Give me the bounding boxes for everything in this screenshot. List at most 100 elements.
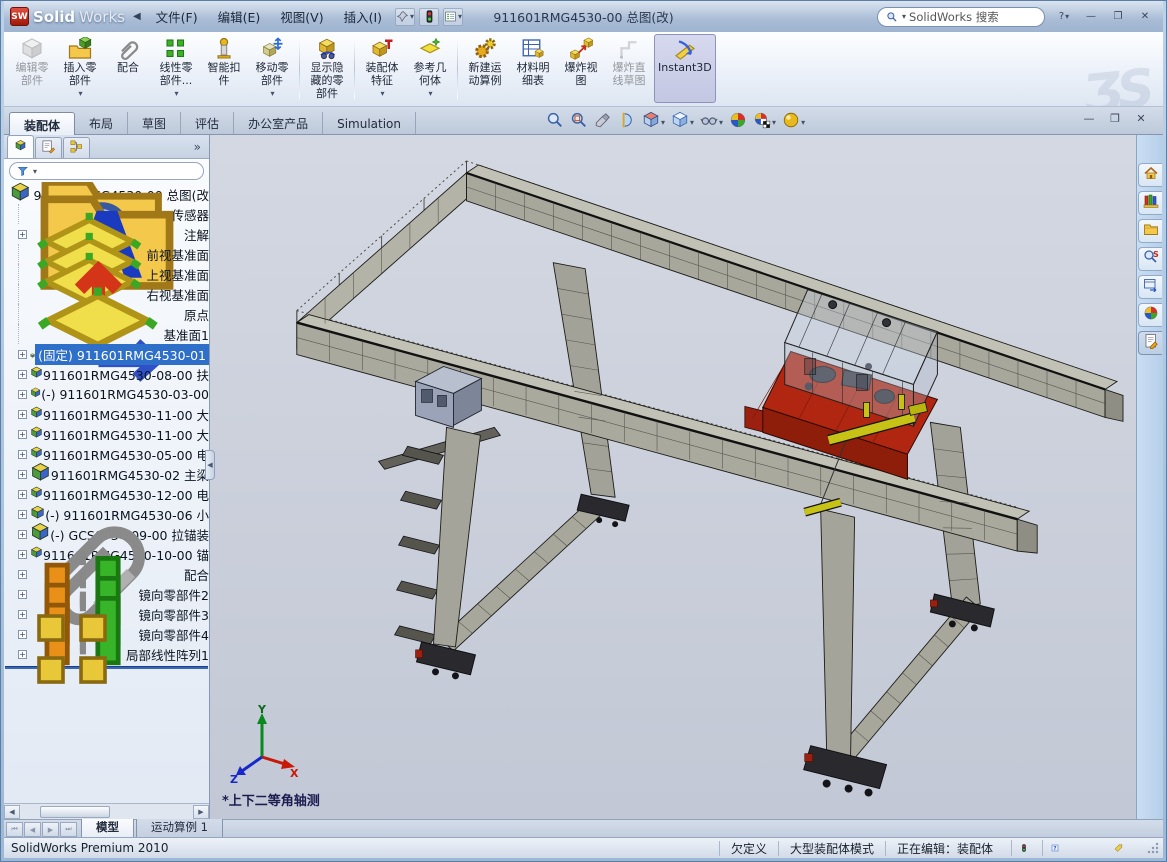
- panel-expand-chevron-icon[interactable]: »: [194, 140, 201, 154]
- doc-minimize-button[interactable]: —: [1081, 112, 1097, 125]
- first-tab-icon[interactable]: ⏮: [6, 822, 23, 837]
- expand-plus-icon[interactable]: +: [18, 570, 27, 579]
- help-button[interactable]: ?▾: [1052, 8, 1076, 25]
- expand-plus-icon[interactable]: +: [18, 430, 27, 439]
- status-traffic-light-icon[interactable]: [1011, 840, 1028, 856]
- ribbon-show-hidden-components-button[interactable]: 显示隐 藏的零 部件: [304, 34, 350, 103]
- titlebar-traffic-light-icon[interactable]: [419, 8, 439, 26]
- ribbon-smart-fasteners-button[interactable]: 智能扣 件: [201, 34, 247, 103]
- view-settings-dropdown-arrow-icon[interactable]: ▾: [801, 118, 805, 127]
- doc-restore-button[interactable]: ❐: [1107, 112, 1123, 125]
- ribbon-bill-of-materials-button[interactable]: 材料明 细表: [510, 34, 556, 103]
- move-component-dropdown-arrow-icon[interactable]: ▾: [270, 89, 274, 98]
- tab-办公室产品[interactable]: 办公室产品: [234, 112, 323, 134]
- tree-item[interactable]: +(固定) 911601RMG4530-01: [4, 344, 209, 364]
- panel-splitter-handle[interactable]: ◀: [205, 450, 215, 480]
- tree-item[interactable]: +911601RMG4530-05-00 电: [4, 444, 209, 464]
- scroll-thumb[interactable]: [40, 806, 110, 818]
- expand-plus-icon[interactable]: +: [18, 530, 27, 539]
- menu-view[interactable]: 视图(V): [271, 4, 332, 29]
- expand-plus-icon[interactable]: +: [18, 370, 27, 379]
- expand-plus-icon[interactable]: +: [18, 490, 27, 499]
- minimize-button[interactable]: —: [1079, 8, 1103, 25]
- bottom-tab-模型[interactable]: 模型: [81, 817, 134, 837]
- previous-view-button[interactable]: [592, 110, 614, 134]
- zoom-to-fit-button[interactable]: [544, 110, 566, 134]
- ribbon-assembly-features-button[interactable]: 装配体 特征▾: [359, 34, 405, 103]
- expand-plus-icon[interactable]: +: [18, 510, 27, 519]
- ribbon-move-component-button[interactable]: 移动零 部件▾: [249, 34, 295, 103]
- expand-plus-icon[interactable]: +: [18, 470, 27, 479]
- section-view-button[interactable]: [616, 110, 638, 134]
- tab-布局[interactable]: 布局: [75, 112, 128, 134]
- tree-item[interactable]: +911601RMG4530-11-00 大: [4, 404, 209, 424]
- ribbon-linear-component-pattern-button[interactable]: 线性零 部件...▾: [153, 34, 199, 103]
- tab-Simulation[interactable]: Simulation: [323, 112, 416, 134]
- apply-scene-button[interactable]: ▾: [751, 110, 778, 134]
- tree-item[interactable]: 基准面1: [4, 324, 209, 344]
- view-orientation-button[interactable]: ▾: [640, 110, 667, 134]
- display-style-button[interactable]: ▾: [669, 110, 696, 134]
- expand-plus-icon[interactable]: +: [18, 350, 27, 359]
- solidworks-search-button[interactable]: S: [1138, 247, 1162, 271]
- menu-collapse-arrow-icon[interactable]: ◀: [133, 11, 141, 22]
- panel-tab-configurationmanager[interactable]: [63, 137, 90, 158]
- view-orientation-dropdown-arrow-icon[interactable]: ▾: [661, 118, 665, 127]
- tab-草图[interactable]: 草图: [128, 112, 181, 134]
- file-explorer-button[interactable]: [1138, 219, 1162, 243]
- expand-plus-icon[interactable]: +: [18, 610, 27, 619]
- hide-show-items-dropdown-arrow-icon[interactable]: ▾: [719, 118, 723, 127]
- titlebar-task-list-icon[interactable]: ▾: [443, 8, 463, 26]
- panel-tab-featuremanager[interactable]: [7, 135, 34, 158]
- ribbon-exploded-view-button[interactable]: 爆炸视 图: [558, 34, 604, 103]
- bottom-tab-运动算例 1[interactable]: 运动算例 1: [136, 817, 223, 837]
- display-style-dropdown-arrow-icon[interactable]: ▾: [690, 118, 694, 127]
- tab-装配体[interactable]: 装配体: [9, 112, 75, 136]
- custom-properties-button[interactable]: [1138, 331, 1162, 355]
- search-input[interactable]: ▾ SolidWorks 搜索: [877, 7, 1045, 27]
- tree-item[interactable]: +局部线性阵列1: [4, 644, 209, 664]
- menu-insert[interactable]: 插入(I): [335, 4, 391, 29]
- expand-plus-icon[interactable]: +: [18, 450, 27, 459]
- ribbon-insert-components-button[interactable]: 插入零 部件▾: [57, 34, 103, 103]
- expand-plus-icon[interactable]: +: [18, 590, 27, 599]
- zoom-to-area-button[interactable]: [568, 110, 590, 134]
- scroll-left-arrow-icon[interactable]: ◀: [4, 805, 20, 819]
- scroll-right-arrow-icon[interactable]: ▶: [193, 805, 209, 819]
- tree-horizontal-scrollbar[interactable]: ◀ ▶: [4, 803, 209, 819]
- maximize-button[interactable]: ❐: [1106, 8, 1130, 25]
- assembly-features-dropdown-arrow-icon[interactable]: ▾: [380, 89, 384, 98]
- menu-edit[interactable]: 编辑(E): [209, 4, 270, 29]
- tab-评估[interactable]: 评估: [181, 112, 234, 134]
- status-help-icon[interactable]: ?: [1042, 840, 1059, 856]
- edit-appearance-button[interactable]: [727, 110, 749, 134]
- menu-pin-icon[interactable]: ▾: [395, 8, 415, 26]
- ribbon-reference-geometry-button[interactable]: 参考几 何体▾: [407, 34, 453, 103]
- view-settings-button[interactable]: ▾: [780, 110, 807, 134]
- hide-show-items-button[interactable]: ▾: [698, 110, 725, 134]
- expand-plus-icon[interactable]: +: [18, 390, 27, 399]
- expand-plus-icon[interactable]: +: [18, 550, 27, 559]
- ribbon-instant3d-button[interactable]: Instant3D: [654, 34, 716, 103]
- prev-tab-icon[interactable]: ◀: [24, 822, 41, 837]
- tree-item[interactable]: +(-) 911601RMG4530-03-00: [4, 384, 209, 404]
- apply-scene-dropdown-arrow-icon[interactable]: ▾: [772, 118, 776, 127]
- search-scope-dropdown[interactable]: ▾: [902, 12, 906, 21]
- next-tab-icon[interactable]: ▶: [42, 822, 59, 837]
- close-button[interactable]: ✕: [1133, 8, 1157, 25]
- view-palette-button[interactable]: [1138, 275, 1162, 299]
- linear-component-pattern-dropdown-arrow-icon[interactable]: ▾: [174, 89, 178, 98]
- design-library-button[interactable]: [1138, 191, 1162, 215]
- graphics-viewport[interactable]: Y X Z *上下二等角轴测: [210, 135, 1136, 819]
- status-tag-icon[interactable]: [1106, 840, 1123, 856]
- last-tab-icon[interactable]: ⏭: [60, 822, 77, 837]
- tree-item[interactable]: +911601RMG4530-11-00 大: [4, 424, 209, 444]
- menu-file[interactable]: 文件(F): [147, 4, 207, 29]
- ribbon-new-motion-study-button[interactable]: 新建运 动算例: [462, 34, 508, 103]
- doc-close-button[interactable]: ✕: [1133, 112, 1149, 125]
- expand-plus-icon[interactable]: +: [18, 630, 27, 639]
- solidworks-resources-button[interactable]: [1138, 163, 1162, 187]
- expand-plus-icon[interactable]: +: [18, 230, 27, 239]
- panel-tab-propertymanager[interactable]: [35, 137, 62, 158]
- filter-dropdown[interactable]: ▾: [33, 167, 37, 176]
